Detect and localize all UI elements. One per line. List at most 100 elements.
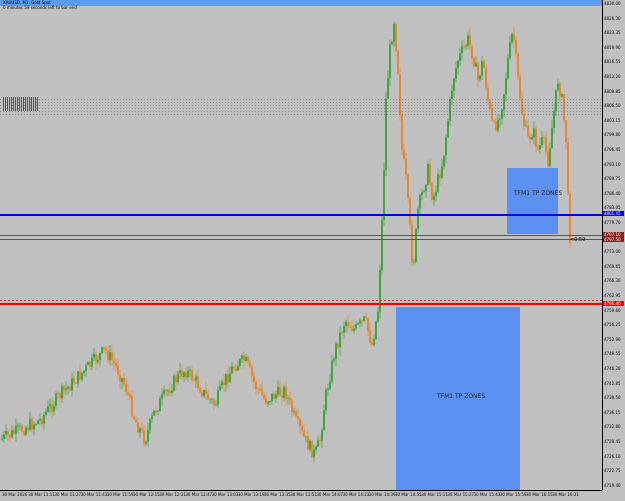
candle-body (479, 75, 481, 80)
candle-body (35, 424, 37, 425)
price-axis-label: 4749.55 (604, 351, 621, 357)
time-axis-label: 30 Mar 13:51 (290, 492, 317, 497)
candle-body (17, 425, 19, 427)
candle-body (283, 386, 285, 398)
price-axis-label: 4752.90 (604, 336, 621, 342)
candle-body (103, 347, 105, 349)
candle-body (335, 343, 337, 360)
candle-body (273, 393, 275, 399)
price-axis-label: 4813.20 (604, 74, 621, 79)
candle-body (167, 390, 169, 392)
candle-body (155, 410, 157, 412)
price-axis-label: 4783.05 (604, 205, 621, 211)
price-axis-label: 4736.15 (604, 409, 621, 415)
time-axis-label: 30 Mar 14:23 (342, 492, 370, 497)
candle-body (271, 393, 273, 402)
candle-body (151, 415, 153, 420)
candle-body (247, 356, 249, 363)
price-axis-label: 4830.00 (604, 1, 621, 6)
price-axis-label: 4799.80 (604, 132, 621, 138)
candle-body (517, 53, 519, 77)
candle-body (361, 320, 363, 322)
candle-body (109, 352, 111, 361)
candle-body (217, 390, 219, 405)
candle-body (355, 324, 357, 329)
time-axis-label: 30 Mar 15:11 (421, 492, 448, 497)
tp-zone-upper[interactable] (507, 168, 558, 234)
price-axis-label: 4732.80 (604, 424, 621, 430)
candle-body (505, 78, 507, 95)
candle-body (165, 389, 167, 392)
candle-body (313, 449, 315, 458)
candle-body (211, 399, 213, 401)
candle-body (343, 325, 345, 333)
candle-body (341, 332, 343, 334)
candle-body (405, 159, 407, 175)
candle-body (65, 388, 67, 391)
level-line (0, 108, 602, 109)
candle-body (215, 404, 217, 406)
candle-body (71, 378, 73, 391)
candle-body (459, 53, 461, 61)
time-axis-label: 30 Mar 16:15 (526, 492, 553, 497)
candle-body (153, 410, 155, 416)
candle-body (9, 434, 11, 438)
candle-body (73, 378, 75, 384)
candle-body (243, 355, 245, 361)
red-level-line[interactable] (0, 303, 602, 305)
candle-body (27, 427, 29, 430)
candle-body (365, 316, 367, 318)
tp-zone-upper-label: TFM1 TP ZONES (514, 190, 563, 197)
price-axis-label: 4796.45 (604, 147, 621, 152)
time-axis-label: 30 Mar 13:19 (237, 492, 265, 497)
price-axis-label: 4823.35 (604, 30, 621, 36)
candle-body (291, 400, 293, 413)
candle-body (407, 174, 409, 199)
chart-window[interactable]: XAUUSD, M1: Gold Spot 0 minutes 59 secon… (0, 0, 625, 501)
candle-body (295, 411, 297, 417)
price-axis-label: 4826.30 (604, 15, 621, 21)
time-axis-label: 30 Mar 16:31 (552, 492, 579, 497)
candle-body (175, 375, 177, 383)
candle-body (393, 24, 395, 42)
candle-body (113, 360, 115, 363)
candle-body (385, 98, 387, 171)
candle-body (309, 440, 311, 450)
candle-body (197, 376, 199, 389)
candle-body (21, 425, 23, 432)
candle-body (511, 33, 513, 43)
level-line (0, 102, 602, 103)
candle-body (275, 394, 277, 399)
price-axis-label: 4762.95 (604, 293, 621, 298)
price-axis-label: 4816.55 (604, 59, 621, 65)
candle-body (91, 357, 93, 367)
candle-body (99, 353, 101, 360)
candle-body (55, 393, 57, 406)
candle-body (473, 58, 475, 67)
candle-body (515, 40, 517, 54)
candle-body (447, 121, 449, 138)
candle-body (551, 128, 553, 149)
candle-body (145, 441, 147, 444)
candle-body (193, 380, 195, 382)
candle-body (345, 321, 347, 326)
candle-body (395, 24, 397, 51)
candle-body (199, 388, 201, 393)
candle-body (229, 373, 231, 383)
candle-body (53, 406, 55, 412)
candle-body (533, 128, 535, 138)
candle-body (377, 311, 379, 322)
bid-line (0, 235, 602, 236)
candle-body (339, 332, 341, 348)
candle-body (233, 366, 235, 369)
candle-body (327, 388, 329, 390)
candle-body (101, 347, 103, 354)
candle-body (279, 386, 281, 396)
candle-body (495, 121, 497, 131)
ask-price-tag: 4797.50 (603, 237, 624, 242)
candle-body (79, 371, 81, 380)
candle-body (353, 328, 355, 332)
blue-level-line[interactable] (0, 214, 602, 216)
candle-body (23, 431, 25, 435)
candle-body (485, 67, 487, 88)
